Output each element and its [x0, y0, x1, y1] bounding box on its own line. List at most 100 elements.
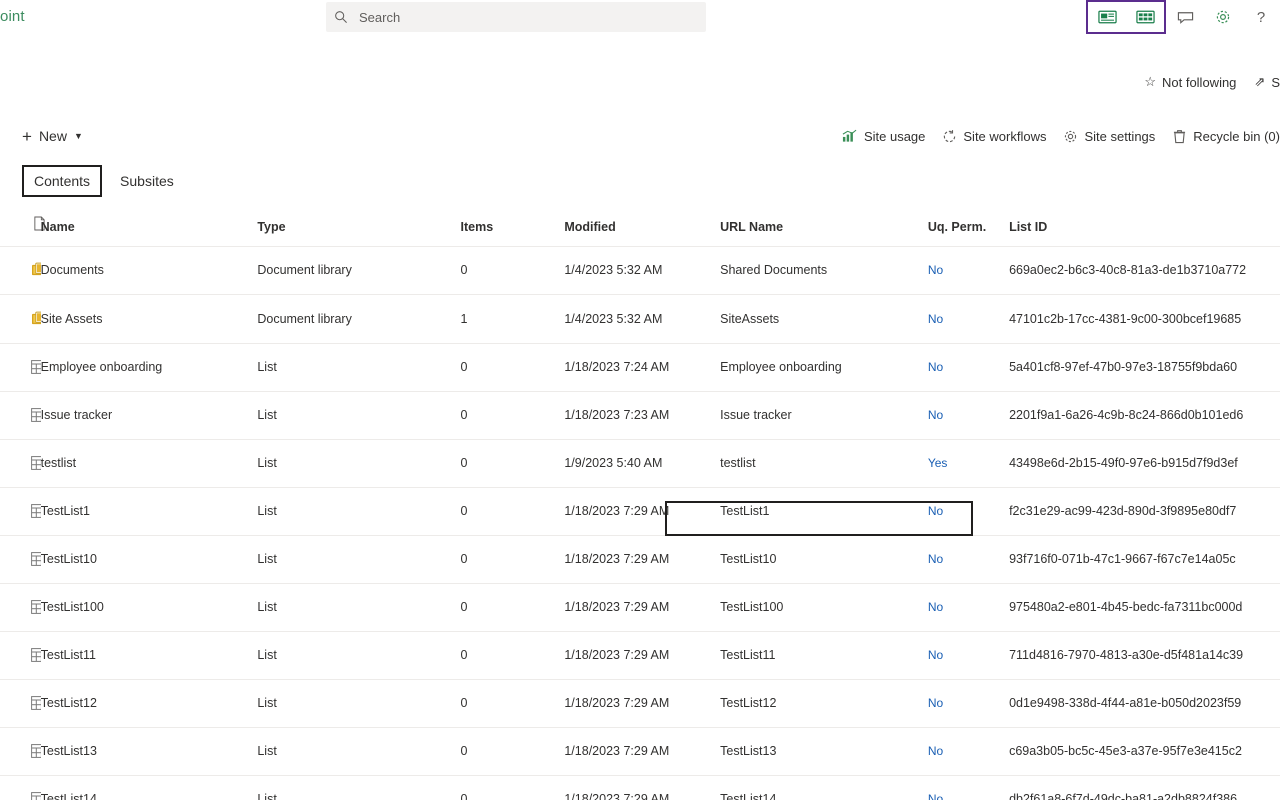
- row-type: List: [257, 631, 461, 680]
- list-icon: [30, 454, 41, 472]
- table-row[interactable]: TestList13 List 0 1/18/2023 7:29 AM TestList…: [0, 727, 1280, 776]
- search-box[interactable]: [326, 2, 706, 32]
- row-name[interactable]: Employee onboarding: [40, 343, 258, 392]
- row-url-name: SiteAssets: [720, 294, 928, 344]
- table-row[interactable]: TestList14 List 0 1/18/2023 7:29 AM TestList…: [0, 775, 1280, 800]
- row-items: 0: [460, 535, 565, 584]
- row-uq-perm[interactable]: No: [927, 487, 1010, 536]
- row-items: 1: [460, 294, 565, 344]
- row-uq-perm[interactable]: No: [927, 727, 1010, 776]
- row-uq-perm[interactable]: No: [927, 679, 1010, 728]
- row-url-name: TestList11: [720, 631, 928, 680]
- table-row[interactable]: TestList12 List 0 1/18/2023 7:29 AM TestList…: [0, 679, 1280, 728]
- share-icon: ⇗: [1254, 74, 1266, 89]
- row-icon-cell: [0, 343, 41, 392]
- not-following-button[interactable]: ☆ Not following: [1144, 74, 1236, 90]
- row-icon-cell: [0, 487, 41, 536]
- uq-perm-link[interactable]: No: [928, 648, 943, 662]
- row-name[interactable]: testlist: [40, 439, 258, 488]
- uq-perm-link[interactable]: No: [928, 312, 943, 326]
- table-row[interactable]: Site Assets Document library 1 1/4/2023 5:3…: [0, 294, 1280, 344]
- col-header-items[interactable]: Items: [460, 204, 565, 247]
- row-icon-cell: [0, 246, 41, 295]
- row-icon-cell: [0, 439, 41, 488]
- uq-perm-link[interactable]: No: [928, 408, 943, 422]
- row-uq-perm[interactable]: No: [927, 583, 1010, 632]
- row-modified: 1/9/2023 5:40 AM: [564, 439, 721, 488]
- site-usage-button[interactable]: Site usage: [842, 128, 925, 144]
- col-header-modified[interactable]: Modified: [564, 204, 721, 247]
- row-type: Document library: [257, 246, 461, 295]
- help-icon[interactable]: ?: [1242, 0, 1280, 34]
- uq-perm-link[interactable]: No: [928, 696, 943, 710]
- row-uq-perm[interactable]: No: [927, 631, 1010, 680]
- row-name[interactable]: TestList11: [40, 631, 258, 680]
- table-row[interactable]: testlist List 0 1/9/2023 5:40 AM testlist Yes…: [0, 439, 1280, 488]
- site-usage-label: Site usage: [863, 128, 926, 144]
- list-icon: [30, 790, 41, 800]
- row-name[interactable]: Site Assets: [40, 294, 258, 344]
- col-header-name[interactable]: Name: [40, 204, 258, 247]
- list-icon: [30, 742, 41, 760]
- col-header-url-name[interactable]: URL Name: [720, 204, 928, 247]
- row-uq-perm[interactable]: No: [927, 246, 1010, 295]
- tab-subsites[interactable]: Subsites: [108, 165, 186, 197]
- row-type: Document library: [257, 294, 461, 344]
- apps-grid-icon[interactable]: [1126, 0, 1164, 34]
- search-input[interactable]: [356, 8, 698, 26]
- uq-perm-link[interactable]: No: [928, 263, 943, 277]
- uq-perm-link[interactable]: No: [928, 552, 943, 566]
- row-uq-perm[interactable]: No: [927, 535, 1010, 584]
- uq-perm-link[interactable]: No: [928, 792, 943, 800]
- row-uq-perm[interactable]: No: [927, 343, 1010, 392]
- table-row[interactable]: TestList100 List 0 1/18/2023 7:29 AM TestLis…: [0, 583, 1280, 632]
- recycle-bin-button[interactable]: Recycle bin (0): [1171, 128, 1280, 144]
- feedback-icon[interactable]: [1166, 0, 1204, 34]
- row-name[interactable]: Documents: [40, 246, 258, 295]
- table-body: Documents Document library 0 1/4/2023 5:32 …: [0, 246, 1280, 800]
- news-icon[interactable]: [1088, 0, 1126, 34]
- row-uq-perm[interactable]: Yes: [927, 439, 1010, 488]
- row-modified: 1/18/2023 7:24 AM: [564, 343, 721, 392]
- uq-perm-link[interactable]: No: [928, 744, 943, 758]
- row-uq-perm[interactable]: No: [927, 775, 1010, 800]
- site-workflows-button[interactable]: Site workflows: [941, 128, 1046, 144]
- new-label: New: [38, 128, 67, 144]
- row-url-name: TestList13: [720, 727, 928, 776]
- row-uq-perm[interactable]: No: [927, 294, 1010, 344]
- uq-perm-link[interactable]: No: [928, 504, 943, 518]
- row-name[interactable]: Issue tracker: [40, 391, 258, 440]
- col-header-uq-perm[interactable]: Uq. Perm.: [927, 204, 1010, 247]
- row-icon-cell: [0, 391, 41, 440]
- uq-perm-link[interactable]: No: [928, 360, 943, 374]
- tab-contents[interactable]: Contents: [22, 165, 103, 197]
- new-button[interactable]: + New ▼: [16, 124, 89, 149]
- list-icon: [30, 598, 41, 616]
- row-type: List: [257, 439, 461, 488]
- table-row[interactable]: TestList11 List 0 1/18/2023 7:29 AM TestList…: [0, 631, 1280, 680]
- settings-gear-icon[interactable]: [1204, 0, 1242, 34]
- col-header-icon[interactable]: [0, 204, 45, 247]
- row-url-name: TestList100: [720, 583, 928, 632]
- table-row[interactable]: Documents Document library 0 1/4/2023 5:32 …: [0, 246, 1280, 295]
- row-name[interactable]: TestList12: [40, 679, 258, 728]
- row-name[interactable]: TestList13: [40, 727, 258, 776]
- row-name[interactable]: TestList100: [40, 583, 258, 632]
- row-name[interactable]: TestList10: [40, 535, 258, 584]
- row-name[interactable]: TestList14: [40, 775, 258, 800]
- table-row[interactable]: TestList1 List 0 1/18/2023 7:29 AM TestList1…: [0, 487, 1280, 536]
- table-row[interactable]: Issue tracker List 0 1/18/2023 7:23 AM Issue…: [0, 391, 1280, 440]
- row-uq-perm[interactable]: No: [927, 391, 1010, 440]
- uq-perm-link[interactable]: No: [928, 600, 943, 614]
- uq-perm-link[interactable]: Yes: [928, 456, 948, 470]
- col-header-type[interactable]: Type: [257, 204, 461, 247]
- site-settings-button[interactable]: Site settings: [1062, 128, 1155, 144]
- row-name[interactable]: TestList1: [40, 487, 258, 536]
- share-button[interactable]: ⇗ S: [1254, 74, 1280, 90]
- table-row[interactable]: TestList10 List 0 1/18/2023 7:29 AM TestList…: [0, 535, 1280, 584]
- row-icon-cell: [0, 583, 41, 632]
- table-row[interactable]: Employee onboarding List 0 1/18/2023 7:24 A…: [0, 343, 1280, 392]
- col-header-list-id[interactable]: List ID: [1009, 204, 1280, 247]
- site-header: ☆ Not following ⇗ S: [0, 48, 1280, 114]
- command-bar: + New ▼ Site usage Site workflows Site s…: [0, 114, 1280, 158]
